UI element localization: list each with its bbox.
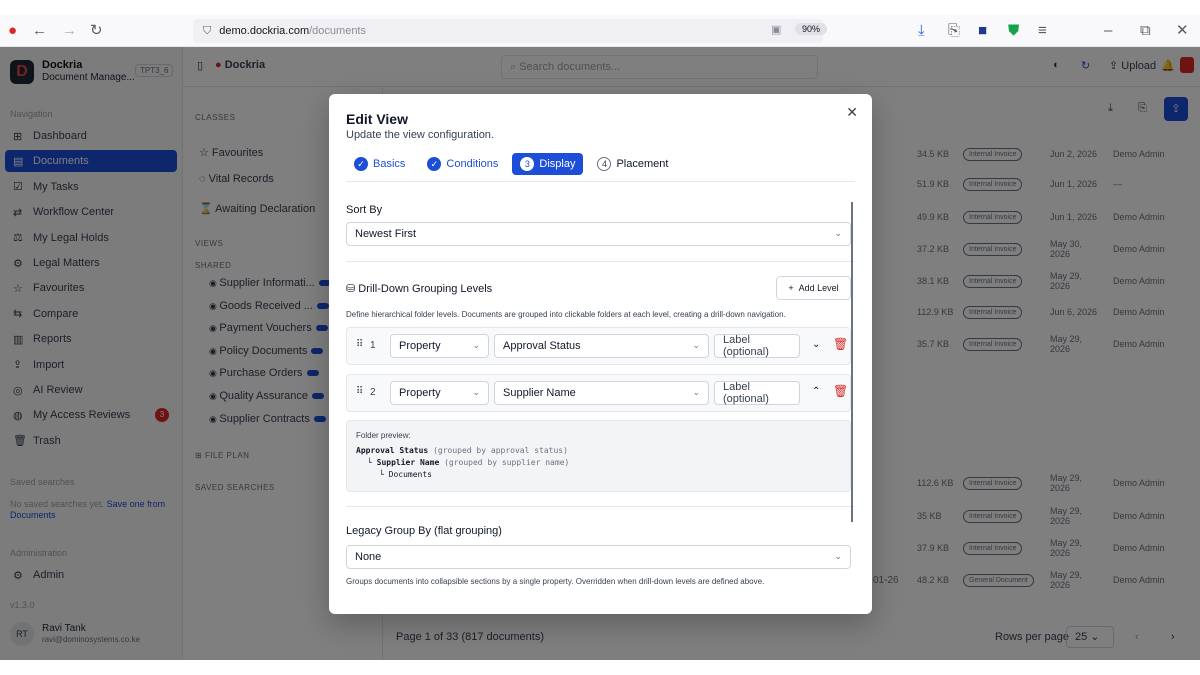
divider xyxy=(346,506,855,507)
shield-extension-icon[interactable]: ⛊ xyxy=(1008,21,1019,41)
drag-handle-icon[interactable]: ⠿ xyxy=(356,339,363,350)
url-domain: demo.dockria.com xyxy=(219,25,310,37)
close-icon[interactable]: ✕ xyxy=(846,104,858,121)
level-label-input[interactable]: Label (optional) xyxy=(714,381,800,405)
minimize-icon[interactable]: – xyxy=(1104,21,1112,41)
level-source-select[interactable]: Property ⌄ xyxy=(390,334,489,358)
back-icon[interactable]: ← xyxy=(32,21,47,41)
drag-handle-icon[interactable]: ⠿ xyxy=(356,386,363,397)
step-display[interactable]: 3 Display xyxy=(512,153,584,175)
preview-title: Folder preview: xyxy=(356,431,411,440)
level-label-input[interactable]: Label (optional) xyxy=(714,334,800,358)
trash-icon[interactable]: 🗑 xyxy=(833,337,848,351)
edit-view-dialog: ✕ Edit View Update the view configuratio… xyxy=(329,94,872,614)
browser-app-icon[interactable]: ● xyxy=(8,21,17,41)
dialog-subtitle: Update the view configuration. xyxy=(346,129,494,141)
step-number: 3 xyxy=(520,157,535,171)
step-label: Basics xyxy=(373,158,406,170)
preview-level-2: └ Supplier Name (grouped by supplier nam… xyxy=(367,458,570,467)
drill-down-title: ⛁ Drill-Down Grouping Levels xyxy=(346,283,493,295)
reader-view-icon[interactable]: ▣ xyxy=(771,23,781,36)
level-field-select[interactable]: Approval Status ⌄ xyxy=(494,334,709,358)
step-number: 4 xyxy=(597,157,612,171)
extension-icon[interactable]: ■ xyxy=(978,21,987,41)
browser-toolbar: ● ← → ↻ ⛉ demo.dockria.com /documents ▣ … xyxy=(0,15,1200,47)
chevron-up-icon[interactable]: ⌃ xyxy=(812,386,820,397)
scrollbar[interactable] xyxy=(851,202,853,522)
step-label: Placement xyxy=(616,158,669,170)
grouping-level: ⠿ 1 Property ⌄ Approval Status ⌄ Label (option… xyxy=(346,327,851,365)
chevron-down-icon: ⌄ xyxy=(472,340,480,350)
legacy-group-select[interactable]: None ⌄ xyxy=(346,545,851,569)
sort-by-select[interactable]: Newest First ⌄ xyxy=(346,222,851,246)
step-conditions[interactable]: ✓ Conditions xyxy=(419,153,506,175)
step-label: Display xyxy=(539,158,576,170)
dialog-title: Edit View xyxy=(346,111,408,127)
legacy-group-help: Groups documents into collapsible sectio… xyxy=(346,577,765,586)
share-icon[interactable]: ⎘ xyxy=(948,21,960,41)
restore-icon[interactable]: ⧉ xyxy=(1140,21,1151,41)
divider xyxy=(346,181,855,182)
taskbar-strip xyxy=(0,660,1200,675)
divider xyxy=(346,261,855,262)
preview-level-3: └ Documents xyxy=(379,470,432,479)
chevron-down-icon: ⌄ xyxy=(834,228,842,238)
check-circle-icon: ✓ xyxy=(427,157,442,171)
level-source-select[interactable]: Property ⌄ xyxy=(390,381,489,405)
download-icon[interactable]: ⤓ xyxy=(918,21,925,41)
grouping-level: ⠿ 2 Property ⌄ Supplier Name ⌄ Label (optional… xyxy=(346,374,851,412)
step-placement[interactable]: 4 Placement xyxy=(589,153,676,175)
step-basics[interactable]: ✓ Basics xyxy=(346,153,413,175)
zoom-badge[interactable]: 90% xyxy=(795,23,828,35)
preview-level-1: Approval Status (grouped by approval sta… xyxy=(356,446,568,455)
level-number: 2 xyxy=(370,387,376,398)
forward-icon[interactable]: → xyxy=(62,21,77,41)
add-level-button[interactable]: + Add Level xyxy=(776,276,851,300)
trash-icon[interactable]: 🗑 xyxy=(833,384,848,398)
reload-icon[interactable]: ↻ xyxy=(90,21,103,41)
legacy-group-label: Legacy Group By (flat grouping) xyxy=(346,525,502,537)
chevron-down-icon: ⌄ xyxy=(834,551,842,561)
drill-down-help: Define hierarchical folder levels. Docum… xyxy=(346,310,786,319)
chevron-down-icon: ⌄ xyxy=(692,340,700,350)
url-path: /documents xyxy=(309,25,366,37)
level-field-select[interactable]: Supplier Name ⌄ xyxy=(494,381,709,405)
stepper: ✓ Basics ✓ Conditions 3 Display 4 Placement xyxy=(346,153,682,175)
chevron-down-icon[interactable]: ⌄ xyxy=(812,339,820,350)
close-window-icon[interactable]: ✕ xyxy=(1176,21,1189,41)
menu-icon[interactable]: ≡ xyxy=(1038,21,1047,41)
step-label: Conditions xyxy=(446,158,499,170)
chevron-down-icon: ⌄ xyxy=(472,387,480,397)
address-bar[interactable]: ⛉ demo.dockria.com /documents ▣ xyxy=(193,19,823,43)
folder-preview: Folder preview: Approval Status (grouped… xyxy=(346,420,851,492)
check-circle-icon: ✓ xyxy=(354,157,368,171)
chevron-down-icon: ⌄ xyxy=(692,387,700,397)
level-number: 1 xyxy=(370,340,376,351)
sort-by-label: Sort By xyxy=(346,204,383,216)
shield-icon: ⛉ xyxy=(203,24,212,37)
